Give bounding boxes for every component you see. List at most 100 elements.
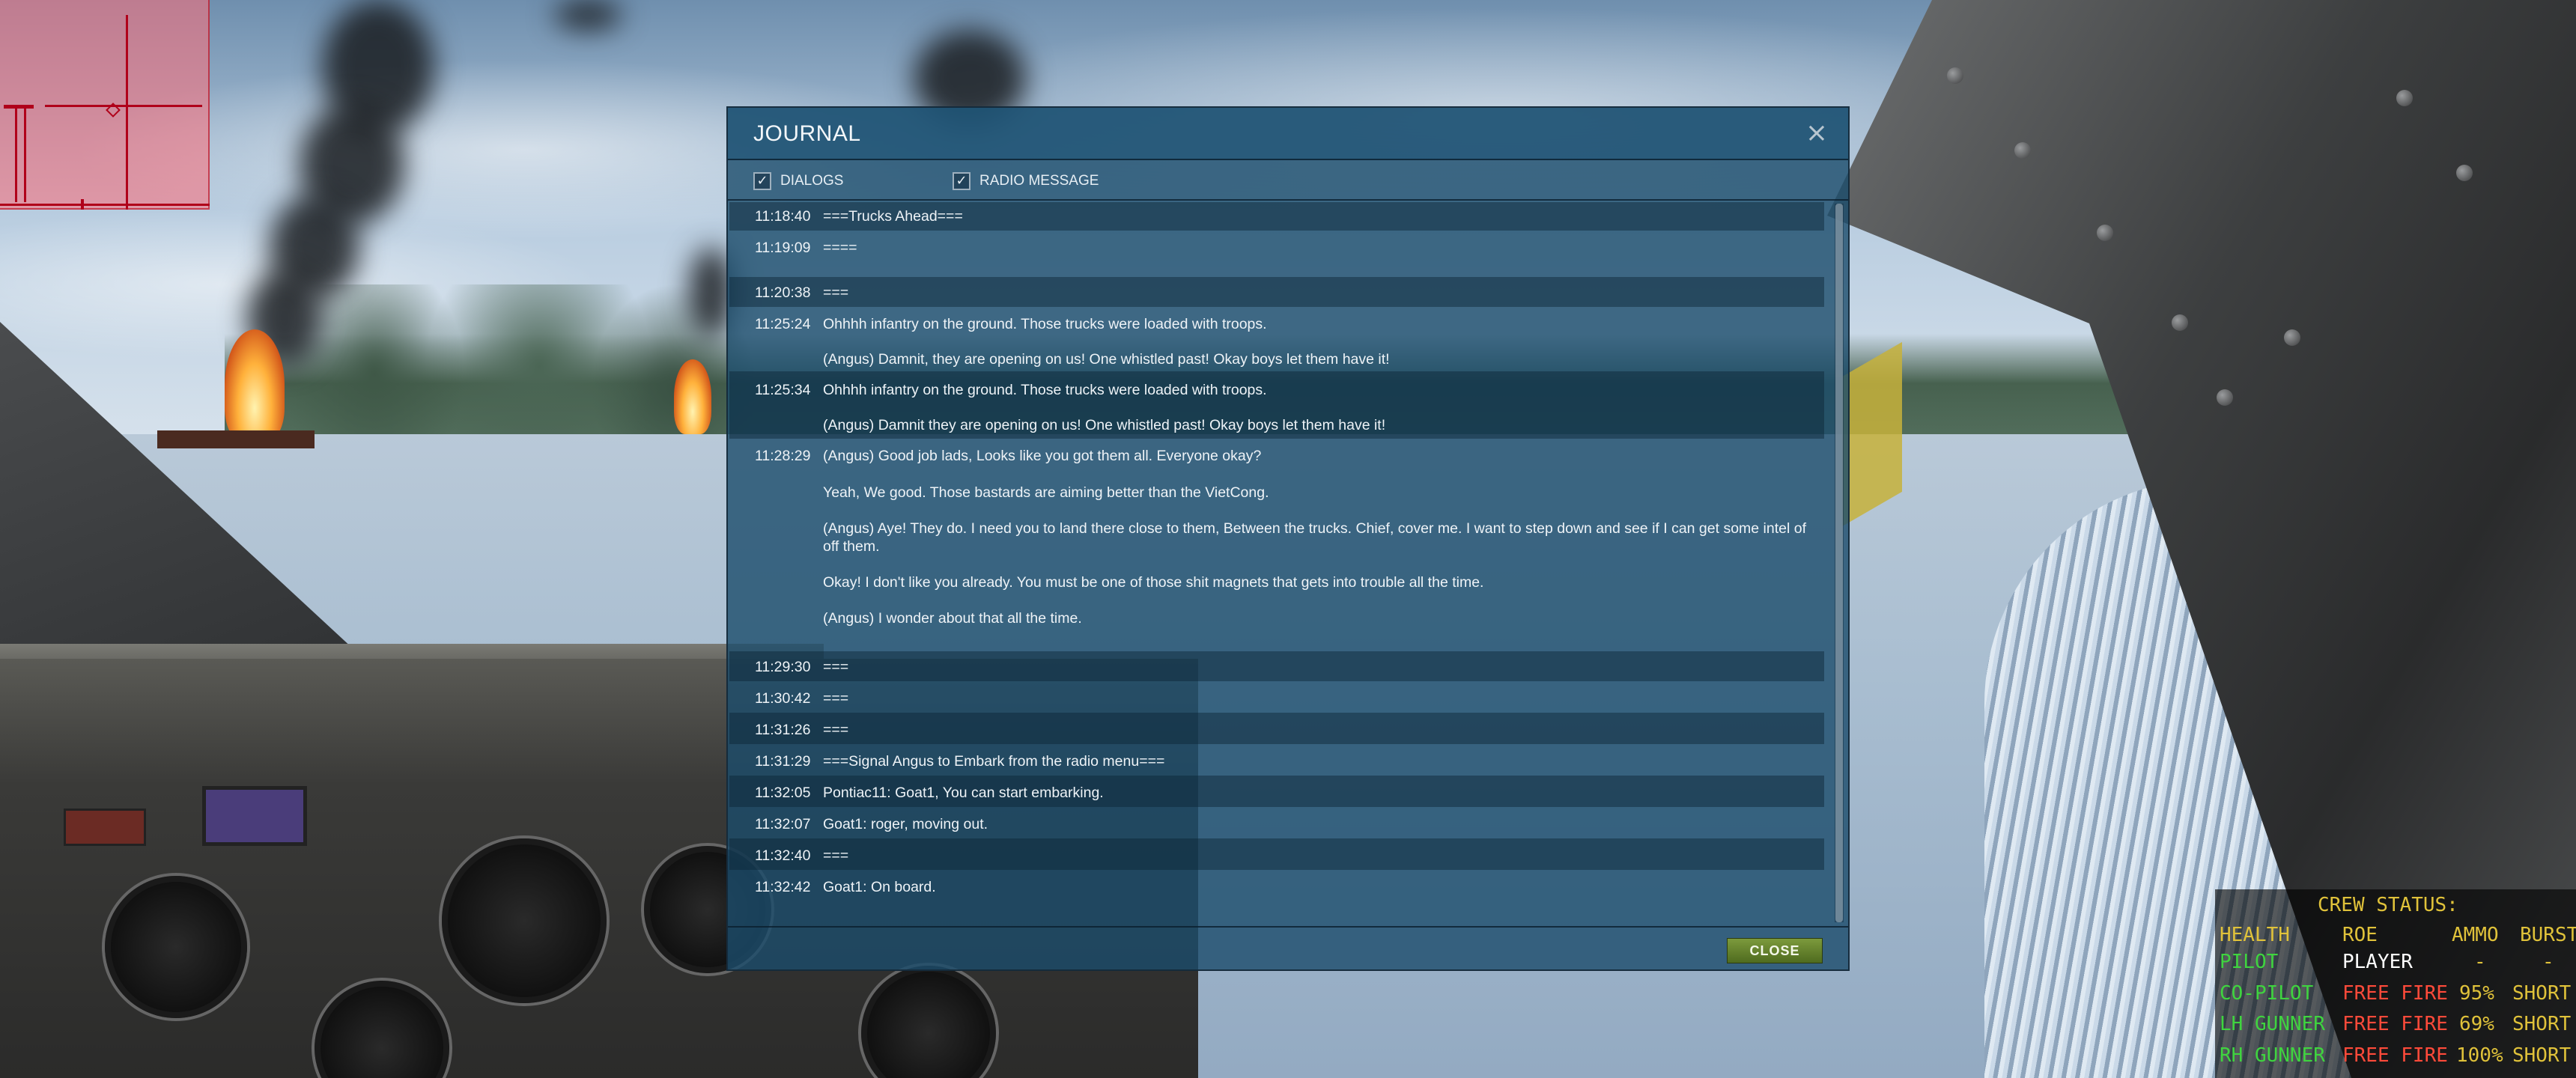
truck-wreck: [157, 430, 315, 448]
minimap-line: [0, 204, 210, 206]
smoke-plume: [554, 0, 622, 30]
log-message: ===Trucks Ahead===: [823, 208, 963, 225]
log-time: 11:32:40: [755, 847, 811, 864]
log-message: ====: [823, 240, 857, 256]
log-entry: 11:25:24 Ohhhh infantry on the ground. T…: [729, 307, 1824, 371]
log-message: Ohhhh infantry on the ground. Those truc…: [823, 382, 1267, 398]
log-message: Ohhhh infantry on the ground. Those truc…: [823, 316, 1267, 332]
header-burst: BURST: [2520, 924, 2576, 946]
gauge: [105, 876, 247, 1018]
log-time: 11:25:24: [755, 316, 811, 332]
crew-name: PILOT: [2220, 951, 2279, 973]
log-message: ===Signal Angus to Embark from the radio…: [823, 753, 1165, 770]
minimap-line: [24, 105, 26, 202]
log-message: ===: [823, 690, 849, 707]
rivet: [2014, 142, 2031, 159]
crew-burst: SHORT: [2512, 982, 2572, 1005]
log-time: 11:19:09: [755, 240, 811, 256]
log-entry: 11:20:38 ===: [729, 277, 1824, 307]
minimap-line: [45, 105, 202, 107]
log-subline: Yeah, We good. Those bastards are aiming…: [823, 484, 1269, 501]
check-icon[interactable]: ✓: [953, 172, 970, 190]
crew-ammo: -: [2474, 951, 2486, 973]
filter-radio-message[interactable]: ✓ RADIO MESSAGE: [953, 171, 1099, 192]
log-time: 11:32:42: [755, 879, 811, 895]
rivet: [2097, 225, 2113, 241]
log-time: 11:28:29: [755, 448, 811, 464]
rivet: [2456, 165, 2473, 181]
crew-ammo: 69%: [2459, 1013, 2494, 1035]
log-message: ===: [823, 284, 849, 301]
log-time: 11:25:34: [755, 382, 811, 398]
minimap-line: [15, 105, 17, 202]
journal-scrollbar[interactable]: [1835, 204, 1844, 922]
log-message: Pontiac11: Goat1, You can start embarkin…: [823, 785, 1104, 801]
log-message: ===: [823, 722, 849, 738]
journal-window: JOURNAL × ✓ DIALOGS ✓ RADIO MESSAGE 11:1…: [726, 106, 1850, 971]
scrollbar-thumb[interactable]: [1835, 204, 1843, 922]
journal-titlebar: JOURNAL ×: [728, 108, 1848, 160]
rivet: [2217, 389, 2233, 406]
log-entry: 11:31:26 ===: [729, 713, 1824, 744]
log-entry: 11:32:07 Goat1: roger, moving out.: [729, 807, 1824, 838]
crew-burst: SHORT: [2512, 1044, 2572, 1067]
journal-footer: CLOSE: [728, 926, 1848, 971]
crew-status-panel: CREW STATUS: HEALTH ROE AMMO BURST PILOT…: [2215, 889, 2576, 1078]
log-time: 11:32:07: [755, 816, 811, 832]
rivet: [2396, 90, 2413, 106]
log-message: (Angus) Good job lads, Looks like you go…: [823, 448, 1262, 464]
log-subline: (Angus) Damnit, they are opening on us! …: [823, 351, 1390, 368]
log-time: 11:20:38: [755, 284, 811, 301]
log-entry: 11:29:30 ===: [729, 651, 1824, 681]
close-icon[interactable]: ×: [1803, 120, 1830, 147]
header-roe: ROE: [2342, 924, 2378, 946]
crew-roe: FREE FIRE: [2342, 1044, 2448, 1067]
burning-truck: [674, 359, 711, 434]
close-button[interactable]: CLOSE: [1727, 938, 1823, 963]
log-subline: Okay! I don't like you already. You must…: [823, 574, 1484, 591]
crew-ammo: 100%: [2456, 1044, 2503, 1067]
crew-status-title: CREW STATUS:: [2318, 894, 2458, 916]
filter-label: RADIO MESSAGE: [979, 173, 1099, 189]
minimap[interactable]: [0, 0, 210, 210]
log-entry: 11:32:40 ===: [729, 838, 1824, 870]
crew-roe: FREE FIRE: [2342, 1013, 2448, 1035]
log-subline: (Angus) Damnit they are opening on us! O…: [823, 417, 1386, 433]
log-time: 11:18:40: [755, 208, 811, 225]
caution-light: [64, 808, 146, 846]
check-icon[interactable]: ✓: [753, 172, 771, 190]
filter-label: DIALOGS: [780, 173, 844, 189]
filter-dialogs[interactable]: ✓ DIALOGS: [753, 171, 843, 192]
crew-name: LH GUNNER: [2220, 1013, 2325, 1035]
burning-truck: [225, 329, 285, 442]
minimap-line: [81, 199, 84, 210]
log-entry: 11:18:40 ===Trucks Ahead===: [729, 202, 1824, 231]
log-entry: 11:19:09 ====: [729, 231, 1824, 262]
rivet: [2172, 314, 2188, 331]
log-entry: 11:32:05 Pontiac11: Goat1, You can start…: [729, 776, 1824, 807]
minimap-line: [4, 105, 34, 109]
gauge: [442, 838, 607, 1003]
log-entry: 11:28:29 (Angus) Good job lads, Looks li…: [729, 439, 1824, 639]
log-time: 11:30:42: [755, 690, 811, 707]
log-message: ===: [823, 659, 849, 675]
journal-log[interactable]: 11:18:40 ===Trucks Ahead=== 11:19:09 ===…: [728, 202, 1833, 1021]
log-entry: 11:31:29 ===Signal Angus to Embark from …: [729, 744, 1824, 776]
rivet: [2284, 329, 2300, 346]
log-subline: (Angus) I wonder about that all the time…: [823, 610, 1082, 627]
log-message: Goat1: roger, moving out.: [823, 816, 988, 832]
crew-burst: -: [2542, 951, 2554, 973]
journal-title: JOURNAL: [753, 121, 861, 146]
rivet: [1947, 67, 1963, 84]
crew-roe: FREE FIRE: [2342, 982, 2448, 1005]
crew-name: RH GUNNER: [2220, 1044, 2325, 1067]
header-ammo: AMMO: [2452, 924, 2499, 946]
journal-filters: ✓ DIALOGS ✓ RADIO MESSAGE: [728, 162, 1848, 201]
crew-name: CO-PILOT: [2220, 982, 2314, 1005]
log-time: 11:31:29: [755, 753, 811, 770]
log-entry: 11:32:42 Goat1: On board.: [729, 870, 1824, 901]
crew-ammo: 95%: [2459, 982, 2494, 1005]
header-health: HEALTH: [2220, 924, 2290, 946]
log-entry: 11:30:42 ===: [729, 681, 1824, 713]
display-panel: [202, 786, 307, 846]
